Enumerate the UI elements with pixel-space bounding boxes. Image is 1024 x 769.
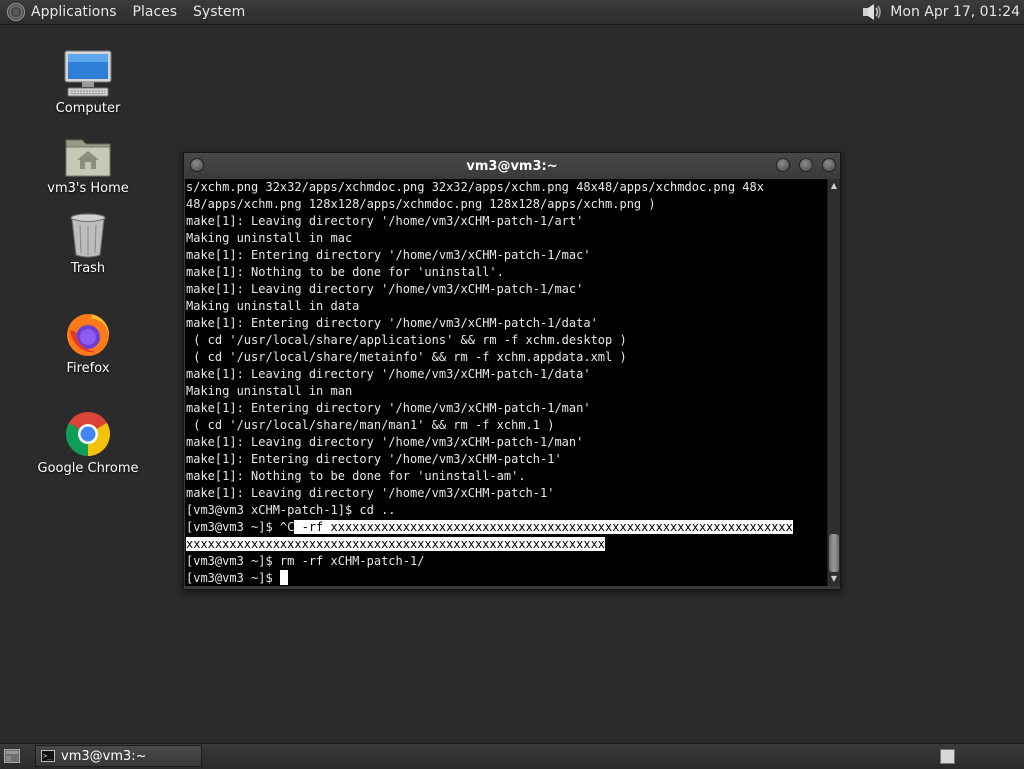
selected-text[interactable]: xxxxxxxxxxxxxxxxxxxxxxxxxxxxxxxxxxxxxxxx…: [186, 537, 606, 551]
terminal-line: [vm3@vm3 xCHM-patch-1]$ cd ..: [186, 503, 396, 517]
desktop-icon-firefox[interactable]: Firefox: [33, 306, 143, 376]
terminal-prompt: [vm3@vm3 ~]$: [186, 571, 280, 585]
maximize-button[interactable]: [799, 158, 813, 172]
terminal-cursor: [279, 570, 288, 585]
terminal-line-selection-end: xxxxxxxxxxxxxxxxxxxxxxxxxxxxxxxxxxxxxxxx…: [186, 536, 606, 553]
scrollbar-thumb[interactable]: [829, 534, 839, 572]
terminal-line: make[1]: Leaving directory '/home/vm3/xC…: [186, 435, 584, 449]
trash-icon: [70, 213, 106, 258]
terminal-prompt-line[interactable]: [vm3@vm3 ~]$: [186, 570, 288, 586]
terminal-line: ( cd '/usr/local/share/metainfo' && rm -…: [186, 350, 627, 364]
home-folder-icon: [65, 139, 111, 177]
terminal-prompt-text: [vm3@vm3 ~]$ ^C: [186, 520, 295, 534]
window-title: vm3@vm3:~: [466, 158, 558, 174]
clock[interactable]: Mon Apr 17, 01:24: [890, 4, 1020, 20]
desktop-icon-computer[interactable]: Computer: [33, 46, 143, 116]
desktop-icon-label: Trash: [70, 261, 106, 276]
terminal-line: ( cd '/usr/local/share/man/man1' && rm -…: [186, 418, 555, 432]
desktop-icon-trash[interactable]: Trash: [33, 206, 143, 276]
volume-icon[interactable]: [861, 2, 883, 22]
taskbar-window-terminal[interactable]: >_ vm3@vm3:~: [35, 745, 202, 767]
terminal-scrollbar[interactable]: ▲ ▼: [827, 179, 840, 586]
desktop-icon-label: Google Chrome: [37, 461, 139, 476]
top-panel: Applications Places System Mon Apr 17, 0…: [0, 0, 1024, 25]
window-menu-button[interactable]: [190, 158, 204, 172]
firefox-icon: [67, 314, 110, 356]
chrome-icon: [66, 412, 110, 456]
workspace-switcher[interactable]: [940, 749, 955, 764]
taskbar-window-label: vm3@vm3:~: [61, 748, 147, 764]
terminal-line-selection-start: [vm3@vm3 ~]$ ^C -rf xxxxxxxxxxxxxxxxxxxx…: [186, 519, 793, 536]
terminal-line: make[1]: Leaving directory '/home/vm3/xC…: [186, 214, 584, 228]
desktop-icon-chrome[interactable]: Google Chrome: [33, 406, 143, 476]
terminal-line: make[1]: Entering directory '/home/vm3/x…: [186, 248, 591, 262]
terminal-line: make[1]: Leaving directory '/home/vm3/xC…: [186, 282, 584, 296]
minimize-button[interactable]: [776, 158, 790, 172]
terminal-line: make[1]: Entering directory '/home/vm3/x…: [186, 452, 562, 466]
terminal-line: Making uninstall in mac: [186, 231, 353, 245]
desktop-icon-home[interactable]: vm3's Home: [33, 126, 143, 196]
menu-places[interactable]: Places: [133, 4, 178, 20]
terminal-line: make[1]: Entering directory '/home/vm3/x…: [186, 316, 598, 330]
menu-system[interactable]: System: [193, 4, 245, 20]
desktop-icon-label: vm3's Home: [47, 181, 129, 196]
terminal-line: make[1]: Nothing to be done for 'uninsta…: [186, 265, 504, 279]
terminal-output[interactable]: s/xchm.png 32x32/apps/xchmdoc.png 32x32/…: [185, 179, 827, 586]
selected-text[interactable]: -rf xxxxxxxxxxxxxxxxxxxxxxxxxxxxxxxxxxxx…: [294, 520, 793, 534]
terminal-line: s/xchm.png 32x32/apps/xchmdoc.png 32x32/…: [186, 180, 764, 194]
terminal-line: Making uninstall in data: [186, 299, 360, 313]
terminal-line: make[1]: Leaving directory '/home/vm3/xC…: [186, 367, 591, 381]
close-button[interactable]: [822, 158, 836, 172]
terminal-line: [vm3@vm3 ~]$ rm -rf xCHM-patch-1/: [186, 554, 425, 568]
terminal-line: make[1]: Entering directory '/home/vm3/x…: [186, 401, 591, 415]
menu-applications[interactable]: Applications: [31, 4, 117, 20]
terminal-line: make[1]: Nothing to be done for 'uninsta…: [186, 469, 526, 483]
scroll-up-arrow-icon[interactable]: ▲: [828, 180, 840, 192]
terminal-line: ( cd '/usr/local/share/applications' && …: [186, 333, 627, 347]
computer-icon: [64, 50, 112, 97]
desktop-icon-label: Firefox: [66, 361, 110, 376]
bottom-panel: >_ vm3@vm3:~: [0, 743, 1024, 769]
top-panel-tray: Mon Apr 17, 01:24: [861, 2, 1020, 22]
desktop-icon-label: Computer: [55, 101, 121, 116]
terminal-icon: >_: [41, 750, 55, 762]
terminal-line: Making uninstall in man: [186, 384, 353, 398]
terminal-window[interactable]: vm3@vm3:~ s/xchm.png 32x32/apps/xchmdoc.…: [183, 152, 841, 590]
show-desktop-icon[interactable]: [4, 749, 20, 763]
terminal-line: make[1]: Leaving directory '/home/vm3/xC…: [186, 486, 555, 500]
window-titlebar[interactable]: vm3@vm3:~: [184, 153, 840, 179]
terminal-line: 48/apps/xchm.png 128x128/apps/xchmdoc.pn…: [186, 197, 656, 211]
distro-logo-icon[interactable]: [7, 3, 25, 21]
scroll-down-arrow-icon[interactable]: ▼: [828, 573, 840, 585]
